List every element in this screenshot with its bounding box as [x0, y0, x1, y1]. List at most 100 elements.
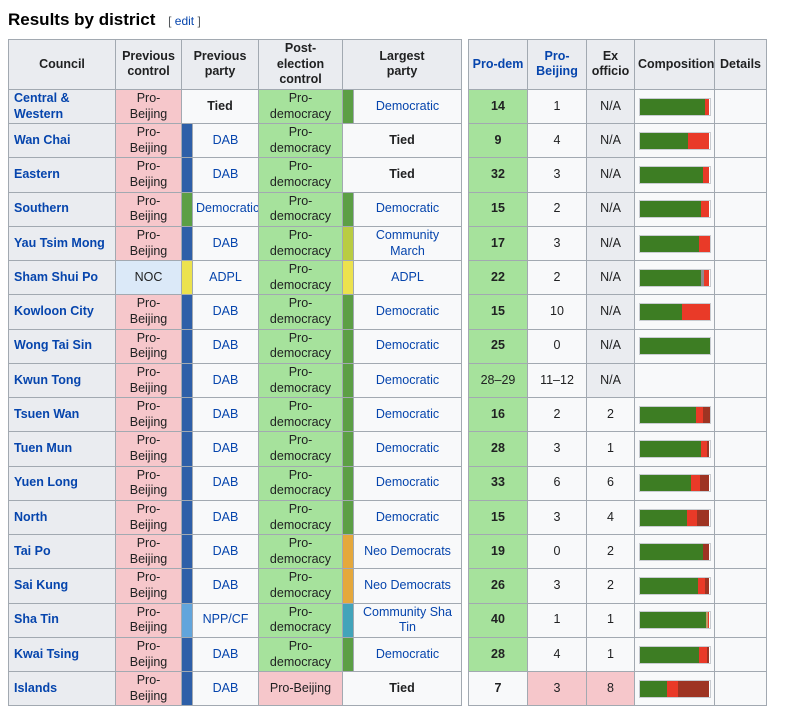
composition-bar-segment-red — [682, 304, 710, 320]
composition-bar-segment-green — [640, 544, 703, 560]
table-row: Kwai TsingPro-BeijingDABPro-democracyDem… — [9, 637, 767, 671]
previous-party-color-swatch — [182, 569, 193, 603]
largest-party-link[interactable]: Neo Democrats — [364, 544, 451, 558]
post-election-control-cell: Pro-Beijing — [259, 672, 343, 706]
previous-party-link[interactable]: DAB — [213, 133, 239, 147]
previous-party-link[interactable]: DAB — [213, 475, 239, 489]
council-link[interactable]: Yau Tsim Mong — [14, 236, 105, 250]
previous-party-link[interactable]: DAB — [213, 510, 239, 524]
previous-party-link[interactable]: DAB — [213, 407, 239, 421]
previous-control-cell: Pro-Beijing — [116, 500, 182, 534]
largest-party-cell: Neo Democrats — [354, 569, 462, 603]
composition-bar-segment-green — [640, 407, 696, 423]
largest-party-link[interactable]: Democratic — [376, 201, 439, 215]
council-link[interactable]: Tuen Mun — [14, 441, 72, 455]
details-cell — [715, 398, 767, 432]
header-link[interactable]: Pro-dem — [473, 57, 524, 71]
largest-party-link[interactable]: ADPL — [391, 270, 424, 284]
council-link[interactable]: Wan Chai — [14, 133, 70, 147]
previous-party-link[interactable]: DAB — [213, 578, 239, 592]
composition-bar-segment-darkred — [678, 681, 709, 697]
largest-party-color-swatch — [343, 192, 354, 226]
previous-party-link[interactable]: DAB — [213, 681, 239, 695]
previous-party-link[interactable]: DAB — [213, 304, 239, 318]
previous-party-link[interactable]: NPP/CF — [203, 612, 249, 626]
largest-party-link[interactable]: Democratic — [376, 475, 439, 489]
largest-party-link[interactable]: Democratic — [376, 407, 439, 421]
previous-party-color-swatch — [182, 226, 193, 260]
largest-party-cell: Community March — [354, 226, 462, 260]
council-link[interactable]: Sham Shui Po — [14, 270, 98, 284]
composition-bar-segment-green — [640, 441, 701, 457]
pro-beijing-count-cell: 2 — [528, 261, 587, 295]
council-link[interactable]: Wong Tai Sin — [14, 338, 92, 352]
composition-bar — [639, 303, 711, 321]
largest-party-link[interactable]: Community March — [376, 228, 439, 258]
previous-party-link[interactable]: ADPL — [209, 270, 242, 284]
council-link[interactable]: Southern — [14, 201, 69, 215]
council-link[interactable]: Yuen Long — [14, 475, 78, 489]
council-link[interactable]: Central & Western — [14, 91, 70, 121]
largest-party-color-swatch — [343, 295, 354, 329]
council-link[interactable]: Tai Po — [14, 544, 51, 558]
previous-party-link[interactable]: DAB — [213, 373, 239, 387]
composition-cell — [635, 637, 715, 671]
composition-bar-segment-darkred — [705, 578, 709, 594]
header-link[interactable]: Pro- Beijing — [536, 49, 578, 79]
pro-dem-count-cell: 9 — [469, 124, 528, 158]
edit-link[interactable]: edit — [175, 14, 194, 28]
header-pro-dem[interactable]: Pro-dem — [469, 40, 528, 90]
details-cell — [715, 569, 767, 603]
details-cell — [715, 329, 767, 363]
previous-control-cell: Pro-Beijing — [116, 603, 182, 637]
previous-party-cell: DAB — [193, 295, 259, 329]
table-gap-spacer — [462, 124, 469, 158]
council-link[interactable]: North — [14, 510, 47, 524]
council-link[interactable]: Kwai Tsing — [14, 647, 79, 661]
previous-party-link[interactable]: DAB — [213, 647, 239, 661]
largest-party-link[interactable]: Democratic — [376, 338, 439, 352]
details-cell — [715, 89, 767, 123]
previous-party-link[interactable]: Democratic — [196, 201, 259, 215]
largest-party-link[interactable]: Democratic — [376, 647, 439, 661]
previous-party-color-swatch — [182, 295, 193, 329]
council-link[interactable]: Sai Kung — [14, 578, 68, 592]
council-cell: Wan Chai — [9, 124, 116, 158]
largest-party-link[interactable]: Community Sha Tin — [363, 605, 452, 635]
council-link[interactable]: Sha Tin — [14, 612, 59, 626]
largest-party-link[interactable]: Democratic — [376, 304, 439, 318]
previous-party-link[interactable]: DAB — [213, 236, 239, 250]
table-gap-spacer — [462, 432, 469, 466]
previous-party-color-swatch — [182, 329, 193, 363]
table-gap-spacer — [462, 295, 469, 329]
council-link[interactable]: Tsuen Wan — [14, 407, 79, 421]
previous-party-color-swatch — [182, 500, 193, 534]
council-link[interactable]: Kwun Tong — [14, 373, 81, 387]
composition-bar — [639, 132, 711, 150]
council-link[interactable]: Eastern — [14, 167, 60, 181]
previous-party-link[interactable]: DAB — [213, 544, 239, 558]
previous-party-link[interactable]: DAB — [213, 167, 239, 181]
table-row: EasternPro-BeijingDABPro-democracyTied32… — [9, 158, 767, 192]
composition-bar — [639, 98, 711, 116]
largest-party-link[interactable]: Democratic — [376, 441, 439, 455]
ex-officio-count-cell: N/A — [587, 295, 635, 329]
previous-party-link[interactable]: DAB — [213, 441, 239, 455]
header-pro-beijing[interactable]: Pro- Beijing — [528, 40, 587, 90]
largest-party-link[interactable]: Democratic — [376, 99, 439, 113]
composition-cell — [635, 363, 715, 397]
table-row: Wong Tai SinPro-BeijingDABPro-democracyD… — [9, 329, 767, 363]
previous-party-cell: DAB — [193, 432, 259, 466]
table-row: Yuen LongPro-BeijingDABPro-democracyDemo… — [9, 466, 767, 500]
largest-party-link[interactable]: Democratic — [376, 510, 439, 524]
composition-cell — [635, 158, 715, 192]
council-link[interactable]: Kowloon City — [14, 304, 94, 318]
previous-party-link[interactable]: DAB — [213, 338, 239, 352]
composition-cell — [635, 466, 715, 500]
council-link[interactable]: Islands — [14, 681, 57, 695]
ex-officio-count-cell: 1 — [587, 432, 635, 466]
largest-party-link[interactable]: Democratic — [376, 373, 439, 387]
previous-party-cell: ADPL — [193, 261, 259, 295]
previous-control-cell: Pro-Beijing — [116, 637, 182, 671]
largest-party-link[interactable]: Neo Democrats — [364, 578, 451, 592]
